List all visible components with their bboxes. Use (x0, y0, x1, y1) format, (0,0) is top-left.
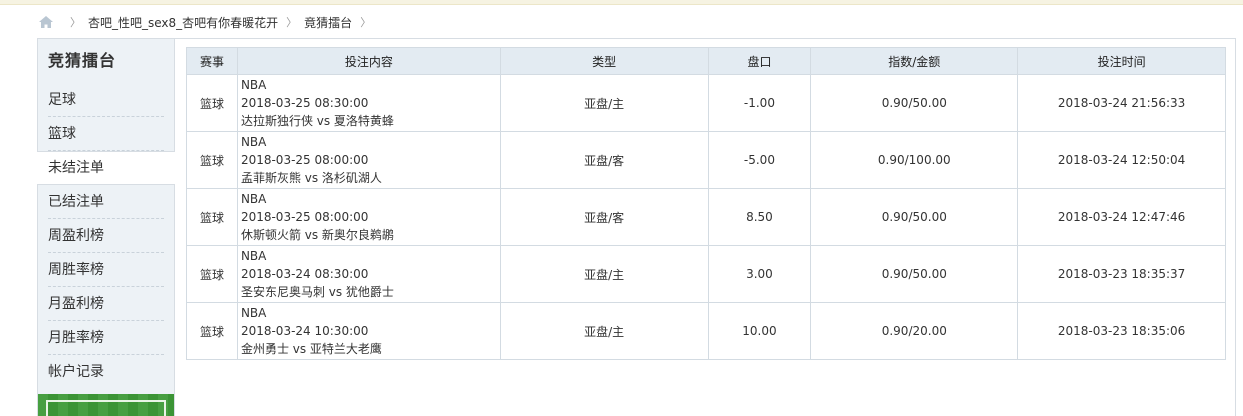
cell-league: NBA (240, 306, 267, 320)
cell-line: 3.00 (707, 245, 812, 303)
cell-odds-amount: 0.90/50.00 (810, 188, 1019, 246)
breadcrumb: 〉 杏吧_性吧_sex8_杏吧有你春暖花开 〉 竟猜擂台 〉 (38, 13, 378, 31)
cell-match-time: 2018-03-24 10:30:00 (240, 324, 369, 338)
sidebar-item-basketball[interactable]: 篮球 (38, 117, 174, 151)
open-bets-table: 赛事 投注内容 类型 盘口 指数/金额 投注时间 篮球 NBA 2018-03-… (186, 47, 1226, 360)
cell-match-time: 2018-03-25 08:00:00 (240, 153, 369, 167)
cell-content: NBA 2018-03-25 08:00:00 孟菲斯灰熊 vs 洛杉矶湖人 (236, 131, 501, 189)
cell-sport: 篮球 (186, 131, 238, 189)
cell-content: NBA 2018-03-24 10:30:00 金州勇士 vs 亚特兰大老鹰 (236, 302, 501, 360)
home-icon[interactable] (38, 15, 54, 29)
cell-match-time: 2018-03-24 08:30:00 (240, 267, 369, 281)
sidebar-item-football[interactable]: 足球 (38, 83, 174, 117)
cell-sport: 篮球 (186, 302, 238, 360)
cell-type: 亚盘/主 (499, 74, 709, 132)
sidebar: 竞猜擂台 足球 篮球 未结注单 已结注单 周盈利榜 周胜率榜 月盈利榜 月胜率榜… (37, 38, 175, 416)
cell-match-time: 2018-03-25 08:30:00 (240, 96, 369, 110)
col-header-bet-time: 投注时间 (1017, 47, 1226, 75)
cell-bet-time: 2018-03-23 18:35:37 (1017, 245, 1226, 303)
col-header-content: 投注内容 (236, 47, 501, 75)
cell-odds-amount: 0.90/100.00 (810, 131, 1019, 189)
cell-sport: 篮球 (186, 188, 238, 246)
cell-line: 8.50 (707, 188, 812, 246)
col-header-line: 盘口 (707, 47, 812, 75)
cell-sport: 篮球 (186, 245, 238, 303)
sidebar-item-account-log[interactable]: 帐户记录 (38, 355, 174, 389)
table-row: 篮球 NBA 2018-03-25 08:00:00 休斯顿火箭 vs 新奥尔良… (186, 188, 1226, 246)
col-header-sport: 赛事 (186, 47, 238, 75)
table-row: 篮球 NBA 2018-03-24 10:30:00 金州勇士 vs 亚特兰大老… (186, 302, 1226, 360)
cell-league: NBA (240, 78, 267, 92)
sidebar-item-weekly-winrate[interactable]: 周胜率榜 (38, 253, 174, 287)
chevron-right-icon: 〉 (360, 16, 372, 29)
top-strip (0, 0, 1243, 5)
cell-teams: 孟菲斯灰熊 vs 洛杉矶湖人 (240, 171, 382, 185)
cell-bet-time: 2018-03-24 12:50:04 (1017, 131, 1226, 189)
cell-content: NBA 2018-03-24 08:30:00 圣安东尼奥马刺 vs 犹他爵士 (236, 245, 501, 303)
table-row: 篮球 NBA 2018-03-25 08:00:00 孟菲斯灰熊 vs 洛杉矶湖… (186, 131, 1226, 189)
cell-odds-amount: 0.90/50.00 (810, 74, 1019, 132)
cell-type: 亚盘/主 (499, 245, 709, 303)
cell-content: NBA 2018-03-25 08:30:00 达拉斯独行侠 vs 夏洛特黄蜂 (236, 74, 501, 132)
cell-league: NBA (240, 249, 267, 263)
cell-odds-amount: 0.90/50.00 (810, 245, 1019, 303)
sidebar-item-monthly-winrate[interactable]: 月胜率榜 (38, 321, 174, 355)
cell-line: -1.00 (707, 74, 812, 132)
cell-type: 亚盘/主 (499, 302, 709, 360)
cell-teams: 圣安东尼奥马刺 vs 犹他爵士 (240, 285, 394, 299)
cell-line: -5.00 (707, 131, 812, 189)
cell-match-time: 2018-03-25 08:00:00 (240, 210, 369, 224)
cell-bet-time: 2018-03-23 18:35:06 (1017, 302, 1226, 360)
cell-odds-amount: 0.90/20.00 (810, 302, 1019, 360)
sidebar-item-open-bets[interactable]: 未结注单 (37, 151, 175, 185)
cell-teams: 达拉斯独行侠 vs 夏洛特黄蜂 (240, 114, 394, 128)
cell-line: 10.00 (707, 302, 812, 360)
sidebar-title: 竞猜擂台 (48, 51, 117, 70)
sidebar-item-weekly-profit[interactable]: 周盈利榜 (38, 219, 174, 253)
sidebar-item-monthly-profit[interactable]: 月盈利榜 (38, 287, 174, 321)
cell-content: NBA 2018-03-25 08:00:00 休斯顿火箭 vs 新奥尔良鹈鹕 (236, 188, 501, 246)
cell-bet-time: 2018-03-24 21:56:33 (1017, 74, 1226, 132)
football-field-image (38, 394, 174, 416)
breadcrumb-forum-link[interactable]: 杏吧_性吧_sex8_杏吧有你春暖花开 (88, 14, 278, 31)
cell-league: NBA (240, 135, 267, 149)
field-line (46, 400, 166, 416)
col-header-odds-amount: 指数/金额 (810, 47, 1019, 75)
col-header-type: 类型 (499, 47, 709, 75)
cell-teams: 金州勇士 vs 亚特兰大老鹰 (240, 342, 382, 356)
table-row: 篮球 NBA 2018-03-24 08:30:00 圣安东尼奥马刺 vs 犹他… (186, 245, 1226, 303)
cell-bet-time: 2018-03-24 12:47:46 (1017, 188, 1226, 246)
cell-type: 亚盘/客 (499, 131, 709, 189)
cell-sport: 篮球 (186, 74, 238, 132)
cell-league: NBA (240, 192, 267, 206)
cell-teams: 休斯顿火箭 vs 新奥尔良鹈鹕 (240, 228, 394, 242)
cell-type: 亚盘/客 (499, 188, 709, 246)
sidebar-item-settled-bets[interactable]: 已结注单 (38, 185, 174, 219)
breadcrumb-current[interactable]: 竟猜擂台 (304, 14, 352, 31)
table-row: 篮球 NBA 2018-03-25 08:30:00 达拉斯独行侠 vs 夏洛特… (186, 74, 1226, 132)
chevron-right-icon: 〉 (286, 16, 298, 29)
chevron-right-icon: 〉 (70, 16, 81, 29)
table-header-row: 赛事 投注内容 类型 盘口 指数/金额 投注时间 (186, 47, 1226, 75)
